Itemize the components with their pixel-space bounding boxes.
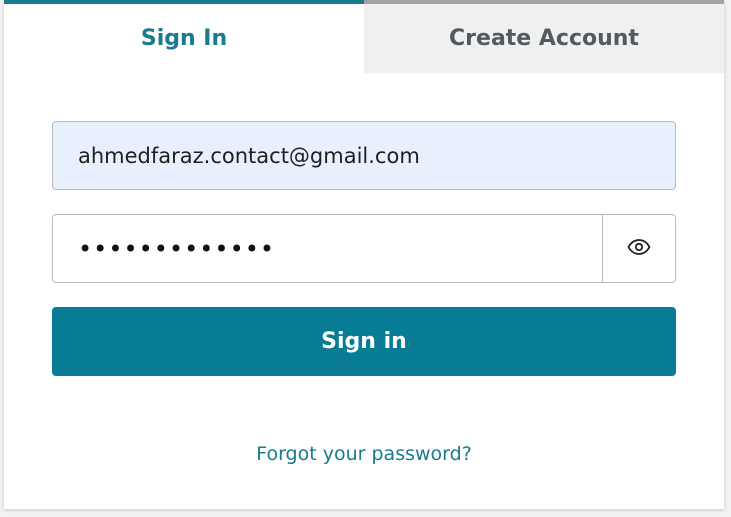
email-value: ahmedfaraz.contact@gmail.com (78, 143, 420, 168)
eye-icon (627, 238, 651, 259)
auth-tabs: Sign In Create Account (4, 0, 724, 73)
auth-card: Sign In Create Account ahmedfaraz.contac… (4, 0, 724, 509)
sign-in-form: ahmedfaraz.contact@gmail.com •••••••••••… (52, 121, 676, 376)
sign-in-button[interactable]: Sign in (52, 307, 676, 376)
forgot-password-link[interactable]: Forgot your password? (4, 443, 724, 465)
tab-sign-in[interactable]: Sign In (4, 0, 364, 73)
page: Sign In Create Account ahmedfaraz.contac… (0, 0, 731, 517)
tab-create-account-label: Create Account (449, 26, 639, 51)
tab-create-account[interactable]: Create Account (364, 0, 724, 73)
password-value: ••••••••••••• (78, 234, 276, 263)
show-password-button[interactable] (602, 215, 675, 282)
email-field[interactable]: ahmedfaraz.contact@gmail.com (52, 121, 676, 190)
sign-in-button-label: Sign in (321, 329, 407, 354)
password-field[interactable]: ••••••••••••• (52, 214, 676, 283)
tab-sign-in-label: Sign In (140, 26, 228, 51)
